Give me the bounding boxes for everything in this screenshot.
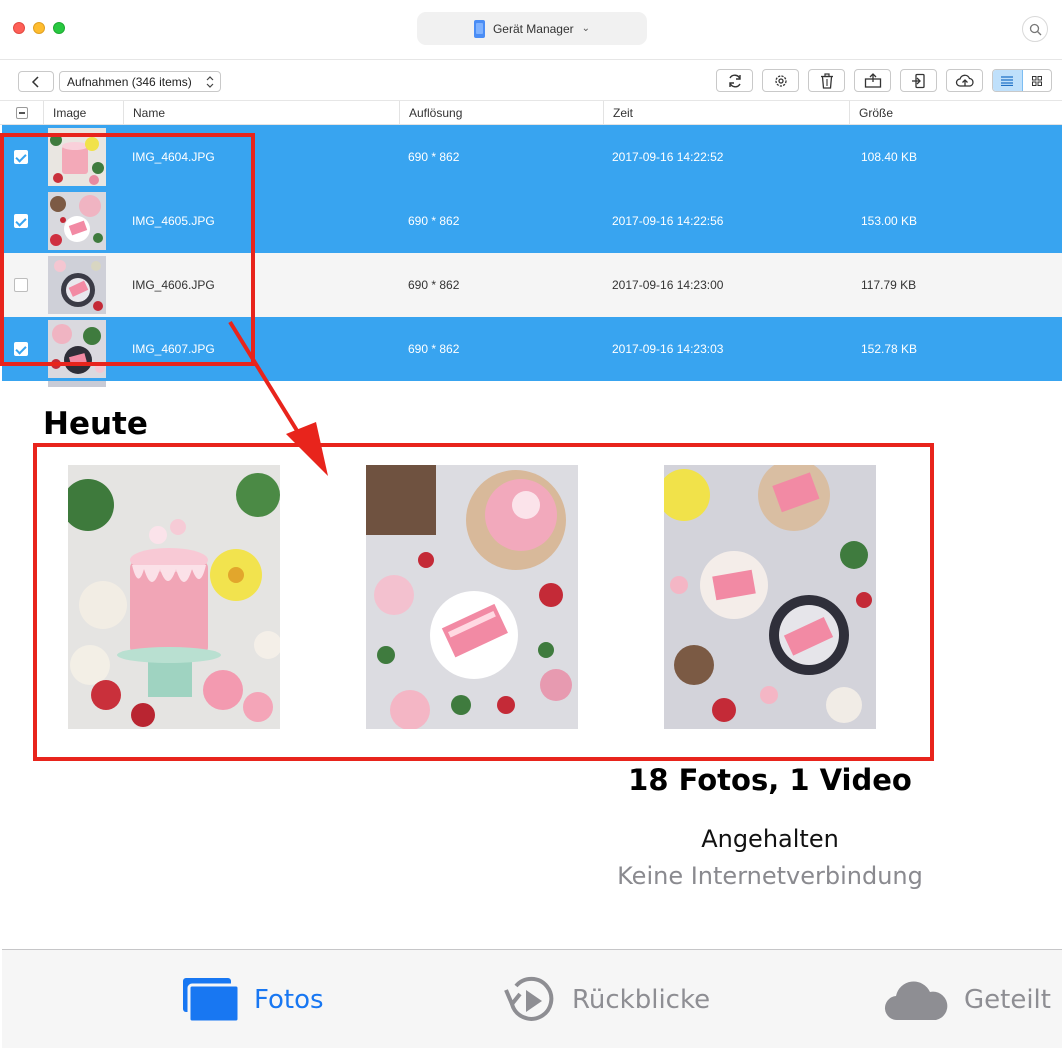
photos-icon <box>183 977 240 1023</box>
select-all-checkbox[interactable] <box>16 107 28 119</box>
photo-tile[interactable] <box>366 465 578 729</box>
photo-tile[interactable] <box>664 465 876 729</box>
search-icon <box>1029 23 1041 35</box>
iphone-icon <box>473 19 485 38</box>
sync-status-detail: Keine Internetverbindung <box>617 862 923 890</box>
toolbar: Aufnahmen (346 items) <box>0 61 1062 101</box>
column-header-name[interactable]: Name <box>123 101 399 125</box>
cake-photo-2 <box>366 465 578 729</box>
column-header-size[interactable]: Größe <box>849 101 1062 125</box>
row-time: 2017-09-16 14:23:00 <box>612 278 724 292</box>
photo-tile[interactable] <box>68 465 280 729</box>
row-time: 2017-09-16 14:23:03 <box>612 342 724 356</box>
updown-chevron-icon <box>206 75 214 88</box>
view-mode-toggle <box>992 69 1052 92</box>
row-size: 117.79 KB <box>861 278 917 292</box>
column-header-resolution[interactable]: Auflösung <box>399 101 603 125</box>
device-label: Gerät Manager <box>492 21 574 36</box>
list-icon <box>1001 75 1014 86</box>
search-button[interactable] <box>1022 16 1048 42</box>
send-to-device-button[interactable] <box>900 69 937 92</box>
memories-icon <box>504 976 554 1021</box>
album-dropdown[interactable]: Aufnahmen (346 items) <box>59 71 221 92</box>
cake-photo-3 <box>664 465 876 729</box>
settings-button[interactable] <box>762 69 799 92</box>
cake-photo-1 <box>68 465 280 729</box>
row-resolution: 690 * 862 <box>408 278 460 292</box>
library-count: 18 Fotos, 1 Video <box>628 763 912 797</box>
export-to-computer-button[interactable] <box>854 69 891 92</box>
delete-button[interactable] <box>808 69 845 92</box>
section-title: Heute <box>43 406 148 442</box>
table-header: Image Name Auflösung Zeit Größe <box>0 101 1062 125</box>
chevron-down-icon: ⌄ <box>581 23 591 34</box>
row-size: 152.78 KB <box>861 342 918 356</box>
row-size: 153.00 KB <box>861 214 918 228</box>
minimize-window-button[interactable] <box>33 22 45 34</box>
next-row-thumbnail-edge <box>48 381 106 387</box>
row-resolution: 690 * 862 <box>408 342 460 356</box>
cloud-upload-icon <box>955 74 974 87</box>
sync-status: Angehalten <box>701 825 839 853</box>
list-view-button[interactable] <box>993 70 1023 91</box>
row-time: 2017-09-16 14:22:52 <box>612 150 724 164</box>
column-header-image[interactable]: Image <box>43 101 123 125</box>
zoom-window-button[interactable] <box>53 22 65 34</box>
grid-icon <box>1031 75 1042 86</box>
trash-icon <box>820 72 833 89</box>
upload-to-cloud-button[interactable] <box>946 69 983 92</box>
grid-view-button[interactable] <box>1023 70 1052 91</box>
row-time: 2017-09-16 14:22:56 <box>612 214 724 228</box>
export-to-computer-icon <box>864 72 881 88</box>
back-button[interactable] <box>18 71 54 92</box>
refresh-button[interactable] <box>716 69 753 92</box>
tab-fotos[interactable]: Fotos <box>182 950 324 1048</box>
tab-label: Fotos <box>254 984 324 1015</box>
tab-label: Geteilt <box>964 984 1051 1015</box>
chevron-left-icon <box>31 75 39 88</box>
close-window-button[interactable] <box>13 22 25 34</box>
column-header-time[interactable]: Zeit <box>603 101 849 125</box>
gear-icon <box>774 74 787 87</box>
refresh-icon <box>728 74 741 87</box>
tab-rueckblicke[interactable]: Rückblicke <box>500 950 710 1048</box>
app-window: Gerät Manager ⌄ Aufnahmen (346 items) Im… <box>0 0 1062 1048</box>
row-size: 108.40 KB <box>861 150 918 164</box>
tab-bar: Fotos Rückblicke Geteilt <box>2 949 1062 1048</box>
row-resolution: 690 * 862 <box>408 214 460 228</box>
cloud-icon <box>884 981 948 1020</box>
device-selector[interactable]: Gerät Manager ⌄ <box>417 12 647 45</box>
row-resolution: 690 * 862 <box>408 150 460 164</box>
tab-geteilt[interactable]: Geteilt <box>884 950 1051 1048</box>
tab-label: Rückblicke <box>572 984 711 1015</box>
title-bar: Gerät Manager ⌄ <box>0 0 1062 60</box>
send-to-device-icon <box>911 73 925 88</box>
selection-highlight-box <box>0 133 255 366</box>
album-label: Aufnahmen (346 items) <box>67 74 192 89</box>
